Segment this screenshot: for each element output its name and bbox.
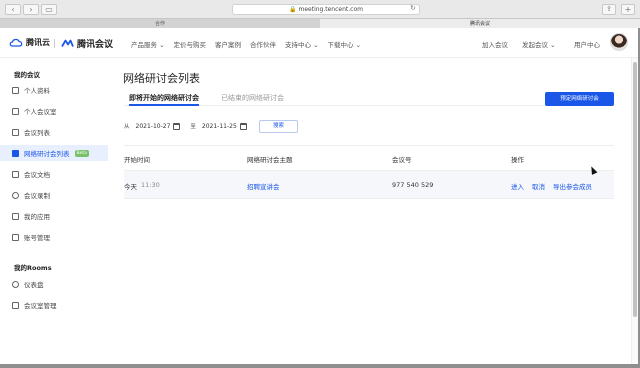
back-button[interactable]: ‹ <box>5 4 21 15</box>
webinar-icon <box>12 149 19 157</box>
tencent-cloud-logo[interactable]: 腾讯云 <box>9 37 50 48</box>
meeting-logo-icon <box>61 39 74 47</box>
browser-tab-2[interactable]: 腾讯会议 <box>320 18 640 28</box>
record-icon <box>12 191 19 199</box>
logo-divider <box>54 39 55 48</box>
sidebar-item-label: 网络研讨会列表 <box>24 150 70 158</box>
webinar-topic-link[interactable]: 招聘宣讲会 <box>247 181 280 191</box>
from-label: 从 <box>124 124 130 130</box>
account-icon <box>12 233 19 241</box>
lock-icon: 🔒 <box>289 6 297 13</box>
new-tab-button[interactable]: + <box>621 4 635 15</box>
enter-link[interactable]: 进入 <box>511 181 524 191</box>
document-icon <box>12 170 19 178</box>
sidebar-item-personal-room[interactable]: 个人会议室 <box>0 103 108 119</box>
browser-tabs: 合作 腾讯会议 <box>0 18 640 28</box>
tencent-meeting-logo[interactable]: 腾讯会议 <box>61 37 113 50</box>
search-button[interactable]: 搜索 <box>259 120 298 133</box>
join-meeting-link[interactable]: 加入会议 <box>482 39 508 49</box>
sidebar-item-label: 个人资料 <box>24 87 50 95</box>
sidebar-item-label: 仪表盘 <box>24 281 44 289</box>
sidebar-item-documents[interactable]: 会议文档 <box>0 166 108 182</box>
brand-meeting-text: 腾讯会议 <box>77 40 114 50</box>
scrollbar[interactable] <box>631 58 638 364</box>
table-row: 今天 11:30 招聘宣讲会 977 540 529 进入 取消 导出参会成员 <box>124 171 614 199</box>
meeting-id: 977 540 529 <box>392 181 434 189</box>
sidebar-item-apps[interactable]: 我的应用 <box>0 208 108 224</box>
export-attendees-link[interactable]: 导出参会成员 <box>553 181 592 191</box>
page: 腾讯云 腾讯会议 产品服务 ⌄ 定价与购买 客户案例 合作伙伴 支持中心 ⌄ 下… <box>0 28 638 364</box>
table-header: 开始时间 网络研讨会主题 会议号 操作 <box>124 145 614 171</box>
column-meeting-id: 会议号 <box>392 156 412 164</box>
sidebar-item-room-management[interactable]: 会议室管理 <box>0 297 108 313</box>
date-filter: 从 2021-10-27 至 2021-11-25 <box>124 120 257 132</box>
beta-badge: Beta <box>74 149 89 157</box>
tab-upcoming[interactable]: 即将开始的网络研讨会 <box>129 92 199 106</box>
browser-tab-1[interactable]: 合作 <box>0 18 320 28</box>
sidebar-item-label: 个人会议室 <box>24 108 57 116</box>
site-header: 腾讯云 腾讯会议 产品服务 ⌄ 定价与购买 客户案例 合作伙伴 支持中心 ⌄ 下… <box>0 28 638 58</box>
reload-button[interactable]: ↻ <box>410 4 416 12</box>
sidebar-item-label: 账号管理 <box>24 234 50 242</box>
webinar-tabs: 即将开始的网络研讨会 已结束的网络研讨会 <box>124 92 614 106</box>
nav-products[interactable]: 产品服务 ⌄ <box>131 39 165 49</box>
forward-button[interactable]: › <box>23 4 39 15</box>
avatar[interactable] <box>610 33 628 51</box>
app-icon <box>12 212 19 220</box>
dashboard-icon <box>12 280 19 288</box>
nav-cases[interactable]: 客户案例 <box>215 39 241 49</box>
start-time: 11:30 <box>141 181 160 189</box>
to-date-input[interactable]: 2021-11-25 <box>202 123 237 130</box>
url-text: meeting.tencent.com <box>298 6 363 13</box>
calendar-icon[interactable] <box>173 122 181 130</box>
nav-support[interactable]: 支持中心 ⌄ <box>285 39 319 49</box>
cancel-link[interactable]: 取消 <box>532 181 545 191</box>
column-topic: 网络研讨会主题 <box>247 156 293 164</box>
person-icon <box>12 86 19 94</box>
tab-ended[interactable]: 已结束的网络研讨会 <box>221 92 284 104</box>
column-actions: 操作 <box>511 156 524 164</box>
nav-partners[interactable]: 合作伙伴 <box>250 39 276 49</box>
sidebar-item-dashboard[interactable]: 仪表盘 <box>0 276 108 292</box>
browser-toolbar: ‹ › ▭ 🔒 meeting.tencent.com ↻ ⇪ + 合作 腾讯会议 <box>0 0 640 28</box>
sidebar-item-label: 会议室管理 <box>24 302 57 310</box>
main-content: 网络研讨会列表 即将开始的网络研讨会 已结束的网络研讨会 预定网络研讨会 从 2… <box>108 58 638 364</box>
sidebar-item-account[interactable]: 账号管理 <box>0 229 108 245</box>
column-start-time: 开始时间 <box>124 156 150 164</box>
sidebar-item-meeting-list[interactable]: 会议列表 <box>0 124 108 140</box>
sidebar-item-profile[interactable]: 个人资料 <box>0 82 108 98</box>
room-manage-icon <box>12 301 19 309</box>
sidebar-item-label: 会议文档 <box>24 171 50 179</box>
scroll-thumb[interactable] <box>633 62 637 317</box>
start-day: 今天 <box>124 183 137 191</box>
sidebar: 我的会议 个人资料 个人会议室 会议列表 网络研讨会列表 Beta 会议文档 会议… <box>0 58 108 364</box>
frame-border <box>0 364 640 368</box>
sidebar-toggle-button[interactable]: ▭ <box>41 4 57 15</box>
list-icon <box>12 128 19 136</box>
sidebar-item-label: 我的应用 <box>24 213 50 221</box>
sidebar-section-my-rooms: 我的Rooms <box>14 264 52 272</box>
sidebar-section-my-meetings: 我的会议 <box>14 71 40 79</box>
sidebar-item-recordings[interactable]: 会议录制 <box>0 187 108 203</box>
schedule-webinar-button[interactable]: 预定网络研讨会 <box>545 92 614 106</box>
cloud-icon <box>9 38 23 47</box>
schedule-meeting-dropdown[interactable]: 发起会议 ⌄ <box>522 39 556 49</box>
top-nav: 产品服务 ⌄ 定价与购买 客户案例 合作伙伴 支持中心 ⌄ 下载中心 ⌄ <box>131 39 361 49</box>
nav-download[interactable]: 下载中心 ⌄ <box>328 39 362 49</box>
sidebar-item-label: 会议列表 <box>24 129 50 137</box>
header-actions: 加入会议 发起会议 ⌄ 用户中心 <box>438 39 638 49</box>
user-center-link[interactable]: 用户中心 <box>574 39 600 49</box>
from-date-input[interactable]: 2021-10-27 <box>136 123 171 130</box>
address-bar[interactable]: 🔒 meeting.tencent.com <box>232 4 420 15</box>
room-icon <box>12 107 19 115</box>
share-button[interactable]: ⇪ <box>602 4 616 15</box>
page-title: 网络研讨会列表 <box>123 72 200 85</box>
browser-nav-buttons: ‹ › ▭ <box>5 4 57 15</box>
calendar-icon[interactable] <box>239 122 247 130</box>
nav-pricing[interactable]: 定价与购买 <box>174 39 207 49</box>
brand-cloud-text: 腾讯云 <box>26 38 50 47</box>
to-label: 至 <box>190 124 196 130</box>
sidebar-item-webinar-list[interactable]: 网络研讨会列表 Beta <box>0 145 108 161</box>
sidebar-item-label: 会议录制 <box>24 192 50 200</box>
